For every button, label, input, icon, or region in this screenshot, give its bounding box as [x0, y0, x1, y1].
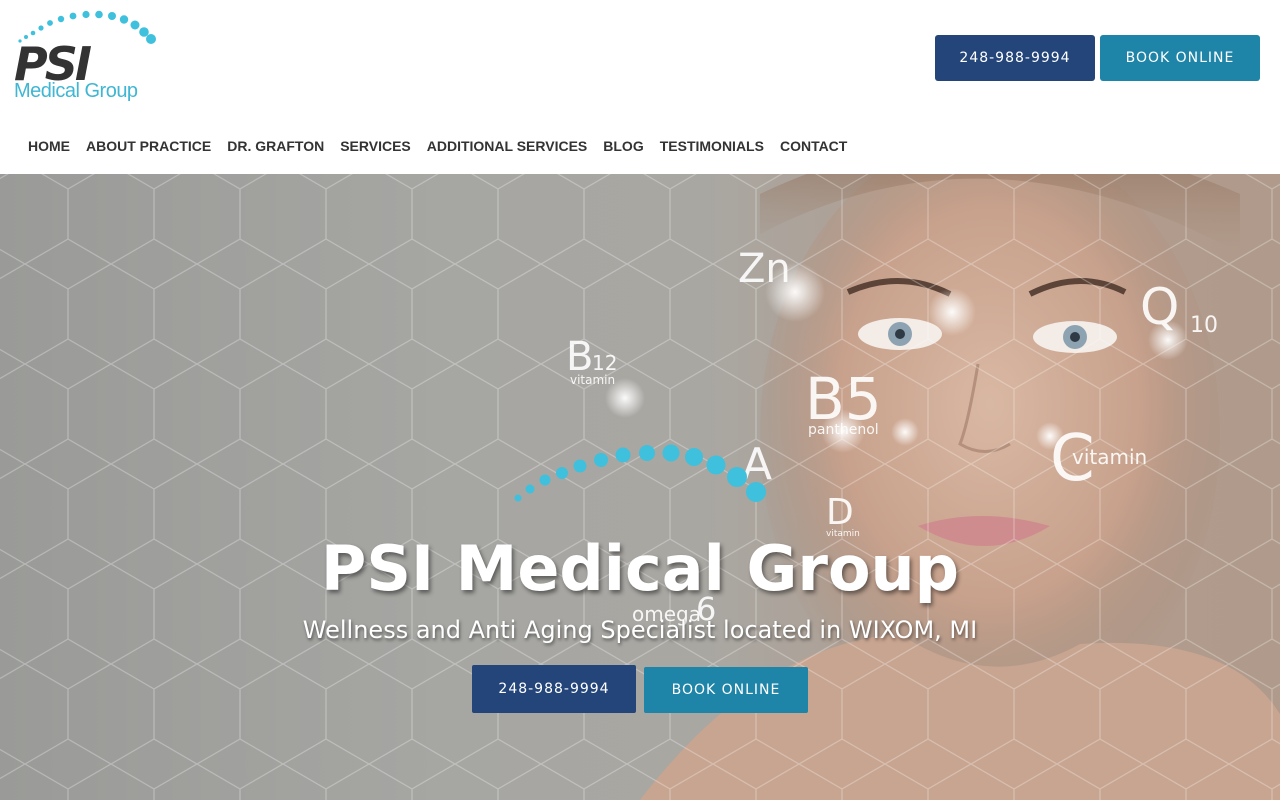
- label-q-sub: 10: [1190, 313, 1218, 338]
- label-d: D: [826, 492, 854, 533]
- main-navigation: HOME ABOUT PRACTICE DR. GRAFTON SERVICES…: [20, 136, 855, 156]
- nav-item-additional-services[interactable]: ADDITIONAL SERVICES: [419, 136, 596, 156]
- nav-item-contact[interactable]: CONTACT: [772, 136, 855, 156]
- nav-item-about-practice[interactable]: ABOUT PRACTICE: [78, 136, 219, 156]
- label-b5-word: panthenol: [808, 422, 879, 438]
- hero-banner: Zn Q 10 B 12 vitamin B5 panthenol A D vi…: [0, 174, 1280, 800]
- header-phone-button[interactable]: 248-988-9994: [935, 35, 1095, 81]
- hero-subtitle: Wellness and Anti Aging Specialist locat…: [302, 616, 978, 644]
- label-b12-sub: 12: [592, 351, 617, 375]
- nav-item-home[interactable]: HOME: [20, 136, 78, 156]
- label-zn: Zn: [738, 246, 791, 292]
- hero-title: PSI Medical Group: [320, 532, 960, 605]
- header-book-online-button[interactable]: BOOK ONLINE: [1100, 35, 1260, 81]
- nav-item-blog[interactable]: BLOG: [595, 136, 651, 156]
- hero-phone-button[interactable]: 248-988-9994: [472, 665, 636, 713]
- label-b12-word: vitamin: [570, 373, 615, 387]
- nav-item-services[interactable]: SERVICES: [332, 136, 419, 156]
- site-header: PSI Medical Group 248-988-9994 BOOK ONLI…: [0, 0, 1280, 174]
- logo-subtitle: Medical Group: [14, 80, 138, 102]
- psi-logo[interactable]: PSI Medical Group: [12, 8, 172, 108]
- nav-item-testimonials[interactable]: TESTIMONIALS: [652, 136, 772, 156]
- label-c-word: vitamin: [1072, 445, 1147, 469]
- hero-book-online-button[interactable]: BOOK ONLINE: [644, 667, 808, 713]
- nav-item-dr-grafton[interactable]: DR. GRAFTON: [219, 136, 332, 156]
- hero-background-image: Zn Q 10 B 12 vitamin B5 panthenol A D vi…: [0, 174, 1280, 800]
- label-q: Q: [1140, 278, 1179, 336]
